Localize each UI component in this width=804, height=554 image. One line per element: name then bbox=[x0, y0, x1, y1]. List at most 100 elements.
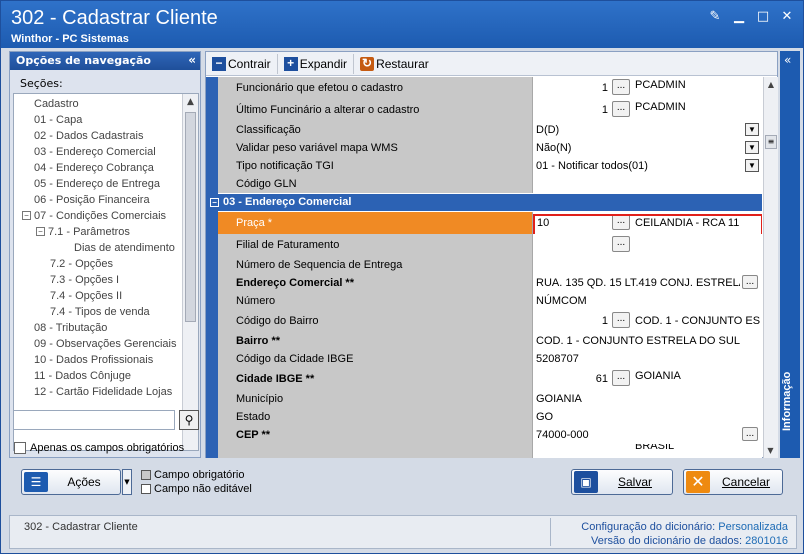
close-icon[interactable]: ✕ bbox=[779, 9, 795, 25]
section-item[interactable]: 05 - Endereço de Entrega bbox=[16, 176, 184, 192]
grid-row-tgi-notification: Tipo notificação TGI 01 - Notificar todo… bbox=[218, 157, 762, 175]
collapse-node-icon[interactable]: − bbox=[36, 227, 45, 236]
lookup-button[interactable]: ... bbox=[612, 312, 630, 328]
employee-created-code: 1 bbox=[601, 82, 608, 94]
codigo-bairro-input[interactable]: 1 bbox=[602, 310, 612, 332]
section-header-endereco-comercial[interactable]: −03 - Endereço Comercial bbox=[206, 194, 762, 211]
status-separator bbox=[550, 518, 551, 546]
employee-updated-name: PCADMIN bbox=[635, 101, 686, 113]
grid-scrollbar[interactable]: ▲ ≡ ▼ bbox=[763, 77, 778, 458]
section-item[interactable]: 04 - Endereço Cobrança bbox=[16, 160, 184, 176]
scroll-up-icon[interactable]: ▲ bbox=[764, 77, 778, 92]
bairro-field[interactable]: COD. 1 - CONJUNTO ESTRELA DO SUL bbox=[533, 332, 762, 350]
employee-created-name: PCADMIN bbox=[635, 79, 686, 91]
section-item[interactable]: −07 - Condições Comerciais bbox=[16, 208, 184, 224]
actions-button[interactable]: ☰ Ações bbox=[21, 469, 121, 495]
window-subtitle: Winthor - PC Sistemas bbox=[11, 33, 129, 45]
section-item[interactable]: Cadastro bbox=[16, 96, 184, 112]
dict-version-label: Versão do dicionário de dados: bbox=[591, 535, 743, 547]
actions-dropdown-icon[interactable]: ▼ bbox=[122, 469, 132, 495]
section-search: ⚲ bbox=[13, 410, 199, 432]
only-required-checkbox[interactable] bbox=[14, 442, 26, 454]
maximize-icon[interactable]: □ bbox=[755, 9, 771, 25]
section-item[interactable]: 10 - Dados Profissionais bbox=[16, 352, 184, 368]
employee-updated-code: 1 bbox=[601, 104, 608, 116]
lookup-button[interactable]: ... bbox=[612, 101, 630, 117]
collapse-section-icon[interactable]: − bbox=[210, 198, 219, 207]
section-item[interactable]: 7.4 - Tipos de venda bbox=[16, 304, 184, 320]
section-item[interactable]: 11 - Dados Cônjuge bbox=[16, 368, 184, 384]
lookup-button[interactable]: ... bbox=[612, 370, 630, 386]
collapse-button[interactable]: − Contrair bbox=[210, 53, 278, 74]
section-item[interactable]: Dias de atendimento bbox=[16, 240, 184, 256]
wms-weight-select[interactable]: Não(N) ▼ bbox=[533, 139, 762, 157]
section-title: 03 - Endereço Comercial bbox=[223, 196, 352, 208]
pais-field[interactable]: BRASIL bbox=[533, 444, 762, 458]
lookup-button[interactable]: ... bbox=[612, 79, 630, 95]
cidade-input[interactable]: 61 bbox=[596, 368, 612, 390]
tree-scrollbar[interactable]: ▲ bbox=[182, 94, 198, 450]
section-item-label: 07 - Condições Comerciais bbox=[34, 210, 167, 222]
section-item[interactable]: −7.1 - Parâmetros bbox=[16, 224, 184, 240]
filial-field[interactable]: ... bbox=[533, 234, 762, 256]
scroll-thumb[interactable]: ≡ bbox=[765, 135, 777, 149]
section-item[interactable]: 7.4 - Opções II bbox=[16, 288, 184, 304]
row-label: Estado bbox=[218, 408, 533, 426]
collapse-panel-icon[interactable]: « bbox=[188, 53, 196, 67]
sequence-field[interactable] bbox=[533, 256, 762, 274]
section-item[interactable]: 09 - Observações Gerenciais bbox=[16, 336, 184, 352]
legend-required-label: Campo obrigatório bbox=[154, 469, 245, 481]
scroll-up-icon[interactable]: ▲ bbox=[183, 94, 198, 110]
minus-icon: − bbox=[212, 56, 226, 71]
section-item-label: 10 - Dados Profissionais bbox=[34, 354, 154, 366]
municipio-field[interactable]: GOIANIA bbox=[533, 390, 762, 408]
legend-noneditable-swatch bbox=[141, 484, 151, 494]
estado-field[interactable]: GO bbox=[533, 408, 762, 426]
section-item-label: 7.1 - Parâmetros bbox=[48, 226, 130, 238]
grid-row-bairro: Bairro ** COD. 1 - CONJUNTO ESTRELA DO S… bbox=[218, 332, 762, 350]
section-item[interactable]: 02 - Dados Cadastrais bbox=[16, 128, 184, 144]
tgi-notification-select[interactable]: 01 - Notificar todos(01) ▼ bbox=[533, 157, 762, 175]
search-icon[interactable]: ⚲ bbox=[179, 410, 199, 430]
only-required-label: Apenas os campos obrigatórios bbox=[30, 442, 185, 454]
numero-field[interactable]: NÚMCOM bbox=[533, 292, 762, 310]
section-item[interactable]: 08 - Tributação bbox=[16, 320, 184, 336]
section-item-label: 7.4 - Opções II bbox=[50, 290, 123, 302]
lookup-button[interactable]: ... bbox=[742, 275, 758, 289]
codigo-cidade-field[interactable]: 5208707 bbox=[533, 350, 762, 368]
lookup-button[interactable]: ... bbox=[612, 236, 630, 252]
section-item[interactable]: 03 - Endereço Comercial bbox=[16, 144, 184, 160]
info-panel[interactable]: « Informação bbox=[780, 51, 800, 458]
gln-field[interactable] bbox=[533, 175, 762, 193]
row-label: Número de Sequencia de Entrega bbox=[218, 256, 533, 274]
only-required-row: Apenas os campos obrigatórios bbox=[14, 442, 184, 454]
scroll-down-icon[interactable]: ▼ bbox=[764, 443, 777, 458]
section-search-input[interactable] bbox=[13, 410, 175, 430]
minimize-icon[interactable]: ▁ bbox=[731, 9, 747, 25]
expand-panel-icon[interactable]: « bbox=[784, 53, 791, 67]
collapse-node-icon[interactable]: − bbox=[22, 211, 31, 220]
lookup-button[interactable]: ... bbox=[742, 427, 758, 441]
section-item[interactable]: 06 - Posição Financeira bbox=[16, 192, 184, 208]
endereco-field[interactable]: RUA. 135 QD. 15 LT.419 CONJ. ESTRELA DO … bbox=[533, 274, 762, 292]
endereco-value: RUA. 135 QD. 15 LT.419 CONJ. ESTRELA DO … bbox=[536, 277, 740, 289]
properties-grid: Funcionário que efetou o cadastro 1 ... … bbox=[206, 77, 762, 458]
row-label: Município bbox=[218, 390, 533, 408]
edit-window-icon[interactable]: ✎ bbox=[707, 9, 723, 25]
field-legend: Campo obrigatório Campo não editável bbox=[141, 468, 252, 496]
classification-select[interactable]: D(D) ▼ bbox=[533, 121, 762, 139]
grid-row-municipio: Município GOIANIA bbox=[218, 390, 762, 408]
section-item[interactable]: 7.2 - Opções bbox=[16, 256, 184, 272]
cep-field[interactable]: 74000-000 ... bbox=[533, 426, 762, 444]
expand-button[interactable]: + Expandir bbox=[282, 53, 355, 74]
chevron-down-icon[interactable]: ▼ bbox=[745, 159, 759, 172]
chevron-down-icon[interactable]: ▼ bbox=[745, 141, 759, 154]
section-item[interactable]: 7.3 - Opções I bbox=[16, 272, 184, 288]
section-item[interactable]: 12 - Cartão Fidelidade Lojas bbox=[16, 384, 184, 400]
chevron-down-icon[interactable]: ▼ bbox=[745, 123, 759, 136]
section-item[interactable]: 01 - Capa bbox=[16, 112, 184, 128]
cancel-button[interactable]: ✕ Cancelar bbox=[683, 469, 783, 495]
scroll-thumb[interactable] bbox=[185, 112, 196, 322]
restore-button[interactable]: ↻ Restaurar bbox=[358, 54, 435, 74]
save-button[interactable]: ▣ Salvar bbox=[571, 469, 673, 495]
